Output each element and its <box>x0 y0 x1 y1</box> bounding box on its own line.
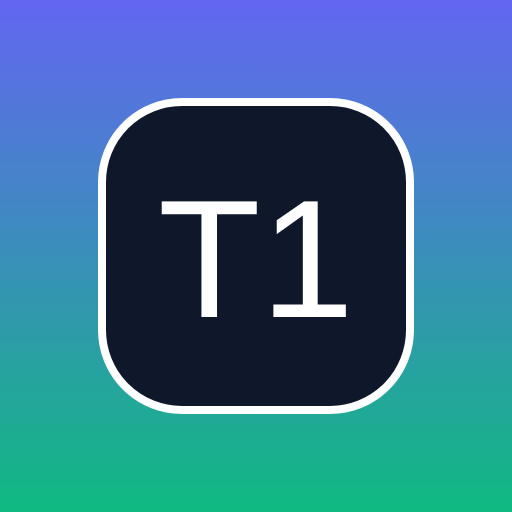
icon-label: T1 <box>157 165 355 353</box>
app-icon-tile: T1 <box>98 98 414 414</box>
